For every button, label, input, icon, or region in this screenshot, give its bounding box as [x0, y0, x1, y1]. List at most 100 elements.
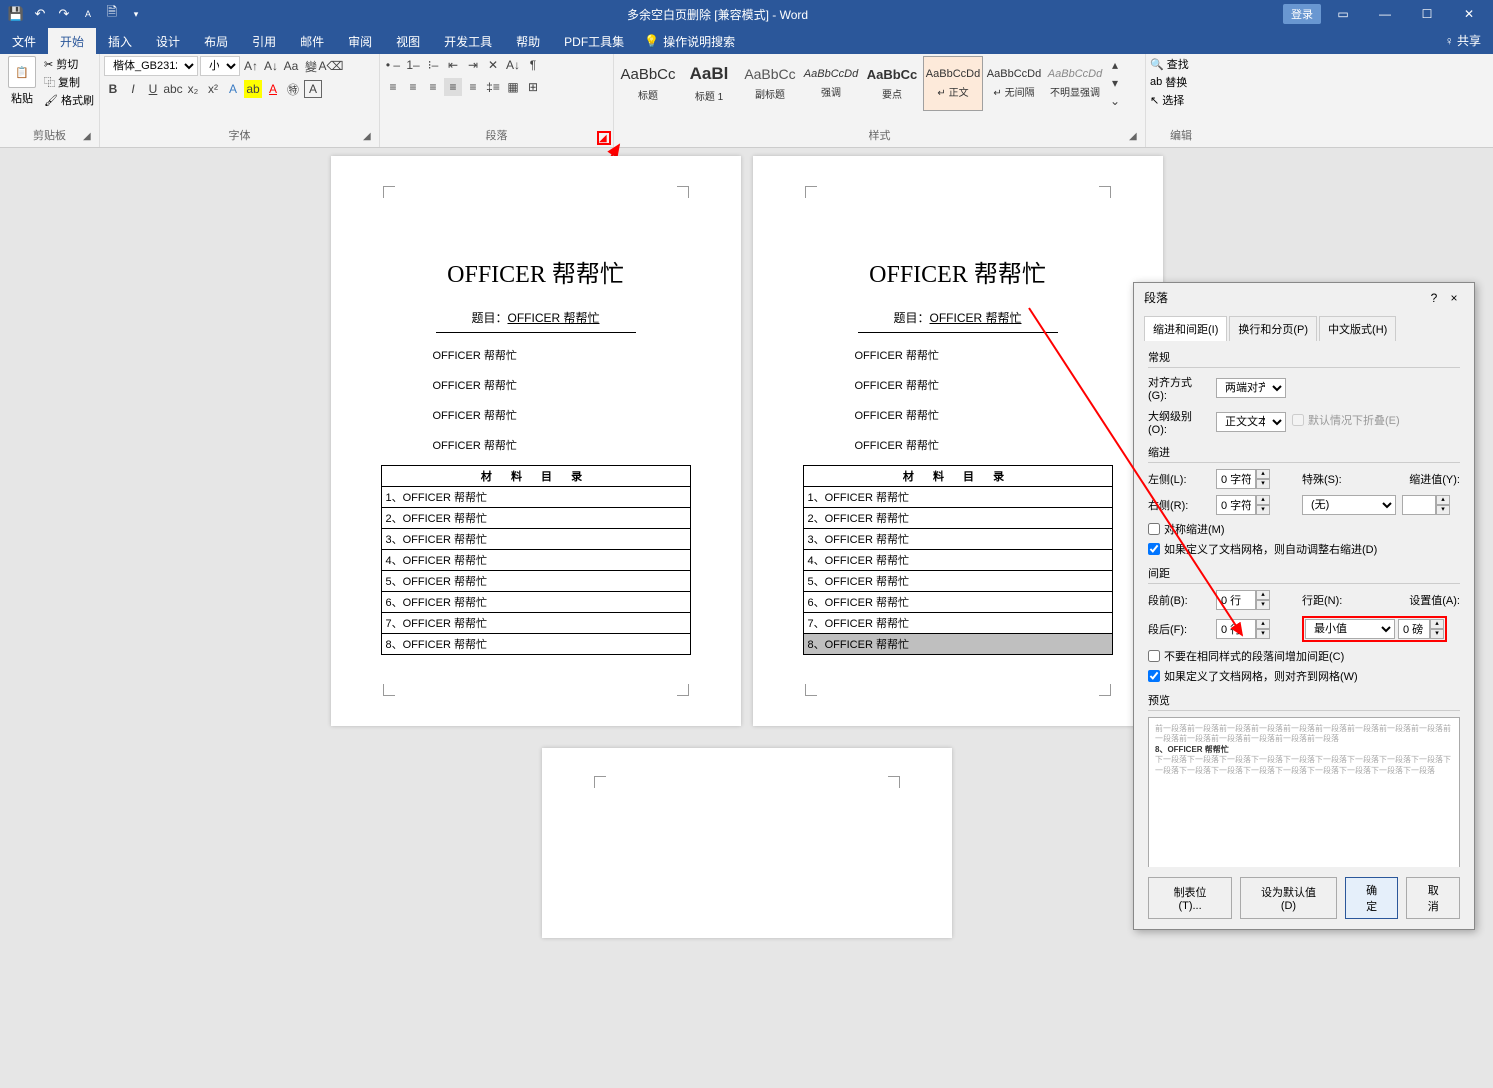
tab-asian-typography[interactable]: 中文版式(H): [1319, 316, 1396, 341]
increase-indent-icon[interactable]: ⇥: [464, 56, 482, 74]
align-justify-icon[interactable]: ≡: [444, 78, 462, 96]
borders-icon[interactable]: ⊞: [524, 78, 542, 96]
indent-right-input[interactable]: [1216, 495, 1256, 515]
style-subtle-emphasis[interactable]: AaBbCcDd不明显强调: [1045, 56, 1105, 111]
style-heading1[interactable]: AaBl标题 1: [679, 56, 739, 111]
font-icon[interactable]: A: [80, 6, 96, 22]
grow-font-icon[interactable]: A↑: [242, 57, 260, 75]
styles-launcher-icon[interactable]: ◢: [1129, 131, 1143, 145]
login-button[interactable]: 登录: [1283, 4, 1321, 24]
dialog-help-icon[interactable]: ?: [1424, 291, 1444, 305]
highlight-icon[interactable]: ab: [244, 80, 262, 98]
tab-references[interactable]: 引用: [240, 28, 288, 54]
select-button[interactable]: ↖选择: [1150, 92, 1212, 108]
shrink-font-icon[interactable]: A↓: [262, 57, 280, 75]
clear-format-icon[interactable]: A⌫: [322, 57, 340, 75]
copy-button[interactable]: ⿻复制: [44, 74, 94, 90]
indent-left-input[interactable]: [1216, 469, 1256, 489]
align-left-icon[interactable]: ≡: [384, 78, 402, 96]
maximize-icon[interactable]: ☐: [1407, 0, 1447, 28]
styles-more-icon[interactable]: ⌄: [1106, 92, 1124, 110]
char-border-icon[interactable]: A: [304, 80, 322, 98]
line-spacing-icon[interactable]: ‡≡: [484, 78, 502, 96]
line-spacing-at-input[interactable]: [1398, 619, 1430, 639]
auto-adjust-indent-checkbox[interactable]: [1148, 543, 1160, 555]
enclose-icon[interactable]: ㊕: [284, 80, 302, 98]
sort-icon[interactable]: A↓: [504, 56, 522, 74]
phonetic-icon[interactable]: 變: [302, 57, 320, 75]
spin-down-icon[interactable]: ▾: [1256, 479, 1270, 489]
strike-icon[interactable]: abc: [164, 80, 182, 98]
save-icon[interactable]: 💾: [8, 6, 24, 22]
undo-icon[interactable]: ↶: [32, 6, 48, 22]
close-icon[interactable]: ✕: [1449, 0, 1489, 28]
style-title[interactable]: AaBbCc标题: [618, 56, 678, 111]
distribute-icon[interactable]: ≡: [464, 78, 482, 96]
paste-button[interactable]: 📋 粘贴: [4, 56, 40, 125]
tab-view[interactable]: 视图: [384, 28, 432, 54]
bullets-icon[interactable]: • –: [384, 56, 402, 74]
tab-file[interactable]: 文件: [0, 28, 48, 54]
tab-help[interactable]: 帮助: [504, 28, 552, 54]
show-marks-icon[interactable]: ¶: [524, 56, 542, 74]
decrease-indent-icon[interactable]: ⇤: [444, 56, 462, 74]
style-subtitle[interactable]: AaBbCc副标题: [740, 56, 800, 111]
dialog-close-icon[interactable]: ×: [1444, 291, 1464, 305]
text-effects-icon[interactable]: A: [224, 80, 242, 98]
replace-button[interactable]: ab替换: [1150, 74, 1212, 90]
multilevel-icon[interactable]: ⁝–: [424, 56, 442, 74]
find-button[interactable]: 🔍查找: [1150, 56, 1212, 72]
align-right-icon[interactable]: ≡: [424, 78, 442, 96]
special-indent-select[interactable]: (无): [1302, 495, 1396, 515]
bold-icon[interactable]: B: [104, 80, 122, 98]
font-name-select[interactable]: 楷体_GB2312: [104, 56, 198, 76]
line-spacing-select[interactable]: 最小值: [1305, 619, 1395, 639]
ribbon-options-icon[interactable]: ▭: [1323, 0, 1363, 28]
tab-home[interactable]: 开始: [48, 28, 96, 54]
minimize-icon[interactable]: —: [1365, 0, 1405, 28]
superscript-icon[interactable]: x²: [204, 80, 222, 98]
qat-more-icon[interactable]: ▾: [128, 6, 144, 22]
mirror-indent-checkbox[interactable]: [1148, 523, 1160, 535]
spin-up-icon[interactable]: ▴: [1256, 469, 1270, 479]
align-center-icon[interactable]: ≡: [404, 78, 422, 96]
paragraph-launcher-icon[interactable]: ◢: [597, 131, 611, 145]
numbering-icon[interactable]: 1–: [404, 56, 422, 74]
styles-gallery[interactable]: AaBbCc标题 AaBl标题 1 AaBbCc副标题 AaBbCcDd强调 A…: [618, 56, 1122, 125]
redo-icon[interactable]: ↷: [56, 6, 72, 22]
no-space-same-style-checkbox[interactable]: [1148, 650, 1160, 662]
set-default-button[interactable]: 设为默认值(D): [1240, 877, 1337, 919]
preview-icon[interactable]: 🗎: [104, 6, 120, 22]
format-painter-button[interactable]: 🖌格式刷: [44, 92, 94, 108]
styles-down-icon[interactable]: ▾: [1106, 74, 1124, 92]
tab-insert[interactable]: 插入: [96, 28, 144, 54]
cut-button[interactable]: ✂剪切: [44, 56, 94, 72]
underline-icon[interactable]: U: [144, 80, 162, 98]
space-before-input[interactable]: [1216, 590, 1256, 610]
share-button[interactable]: ♀ 共享: [1433, 28, 1493, 54]
tab-indent-spacing[interactable]: 缩进和间距(I): [1144, 316, 1227, 341]
space-after-input[interactable]: [1216, 619, 1256, 639]
tab-mailings[interactable]: 邮件: [288, 28, 336, 54]
outline-level-select[interactable]: 正文文本: [1216, 412, 1286, 432]
clipboard-launcher-icon[interactable]: ◢: [83, 131, 97, 145]
snap-to-grid-checkbox[interactable]: [1148, 670, 1160, 682]
tab-line-page-breaks[interactable]: 换行和分页(P): [1229, 316, 1317, 341]
tab-layout[interactable]: 布局: [192, 28, 240, 54]
style-intense[interactable]: AaBbCc要点: [862, 56, 922, 111]
style-nospacing[interactable]: AaBbCcDd↵ 无间隔: [984, 56, 1044, 111]
change-case-icon[interactable]: Aa: [282, 57, 300, 75]
cancel-button[interactable]: 取消: [1406, 877, 1460, 919]
styles-up-icon[interactable]: ▴: [1106, 56, 1124, 74]
style-emphasis[interactable]: AaBbCcDd强调: [801, 56, 861, 111]
font-size-select[interactable]: 小三: [200, 56, 240, 76]
asian-layout-icon[interactable]: ✕: [484, 56, 502, 74]
italic-icon[interactable]: I: [124, 80, 142, 98]
tabs-button[interactable]: 制表位(T)...: [1148, 877, 1232, 919]
subscript-icon[interactable]: x₂: [184, 80, 202, 98]
tab-pdf[interactable]: PDF工具集: [552, 28, 636, 54]
ok-button[interactable]: 确定: [1345, 877, 1399, 919]
alignment-select[interactable]: 两端对齐: [1216, 378, 1286, 398]
shading-icon[interactable]: ▦: [504, 78, 522, 96]
tab-design[interactable]: 设计: [144, 28, 192, 54]
